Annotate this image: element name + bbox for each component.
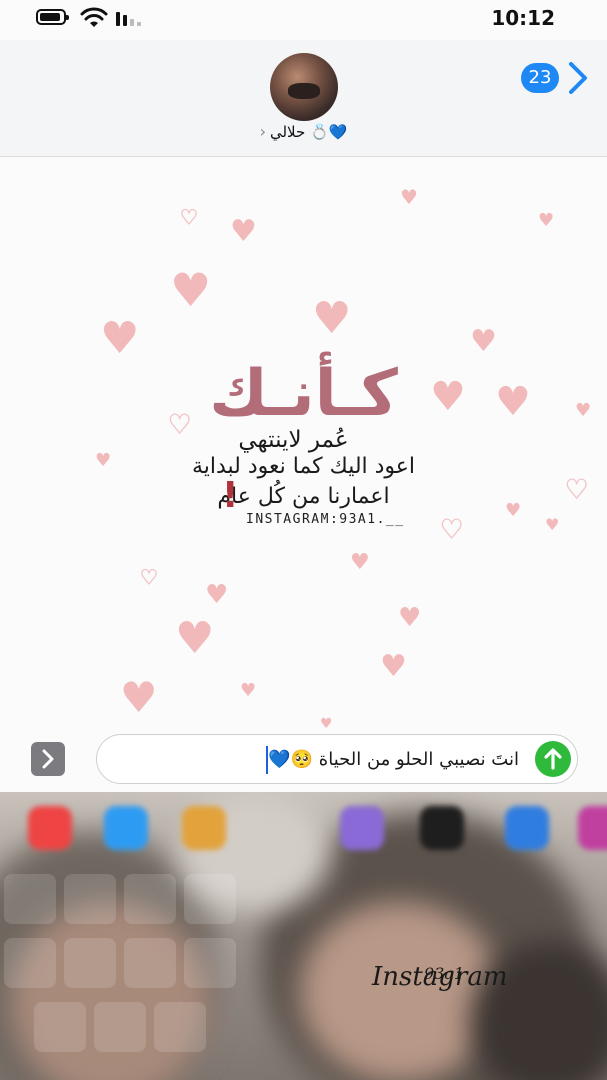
heart-icon: ♥	[545, 515, 560, 534]
contact-name: حلالي 💍💙	[269, 123, 348, 141]
keyboard-key	[64, 874, 116, 924]
heart-outline-icon: ♥	[439, 515, 464, 545]
blurred-keyboard-background: 93a1 Instagram	[0, 792, 607, 1080]
keyboard-key	[124, 938, 176, 988]
keyboard-key	[34, 1002, 86, 1052]
image-line-3: اعمارنا من كُل عام	[217, 484, 390, 509]
heart-icon: ♥	[350, 550, 370, 575]
unread-count-badge[interactable]: 23	[521, 63, 559, 93]
heart-icon: ♥	[120, 673, 158, 722]
image-line-2: اعود اليك كما نعود لبداية	[191, 454, 416, 479]
arrow-up-icon	[544, 748, 562, 770]
image-title: كـأنـك	[209, 357, 398, 431]
image-line-1: عُمر لاينتهي	[238, 427, 349, 453]
keyboard-key	[4, 938, 56, 988]
keyboard-key	[4, 874, 56, 924]
exclamation-mark: !	[222, 475, 239, 516]
wifi-icon	[80, 7, 108, 27]
status-time: 10:12	[491, 6, 555, 30]
keyboard-key	[124, 874, 176, 924]
heart-icon: ♥	[205, 580, 229, 610]
heart-outline-icon: ♥	[139, 565, 158, 589]
app-icon	[104, 806, 148, 850]
instagram-handle: INSTAGRAM:93A1.__	[246, 512, 405, 527]
conversation-header: › حلالي 💍💙 23	[0, 40, 607, 157]
heart-icon: ♥	[538, 210, 555, 231]
keyboard-key	[184, 938, 236, 988]
heart-icon: ♥	[312, 293, 352, 344]
message-image[interactable]: ♥ ♥ ♥ ♥ ♥ ♥ ♥ ♥ ♥ ♥ ♥ ♥ ♥ ♥ ♥ ♥ ♥ ♥ ♥ ♥ …	[0, 157, 607, 732]
heart-icon: ♥	[170, 263, 212, 317]
heart-icon: ♥	[100, 313, 140, 364]
message-input-text[interactable]: انتَ نصيبي الحلو من الحياة 🥺💙	[264, 746, 519, 774]
status-bar: 10:12	[0, 0, 607, 40]
message-input[interactable]: انتَ نصيبي الحلو من الحياة 🥺💙	[96, 734, 578, 784]
battery-icon	[36, 9, 69, 25]
app-icon	[28, 806, 72, 850]
back-chevron-icon[interactable]	[565, 58, 591, 98]
watermark-signature: Instagram	[372, 962, 508, 992]
heart-icon: ♥	[398, 603, 422, 633]
app-icon	[505, 806, 549, 850]
keyboard-key	[184, 874, 236, 924]
cellular-signal-icon	[116, 12, 141, 26]
heart-icon: ♥	[230, 214, 257, 249]
chevron-right-small-icon: ›	[259, 122, 266, 141]
send-button[interactable]	[535, 741, 571, 777]
heart-icon: ♥	[470, 324, 497, 359]
keyboard-key	[64, 938, 116, 988]
app-icon	[340, 806, 384, 850]
keyboard-key	[94, 1002, 146, 1052]
heart-icon: ♥	[380, 649, 407, 684]
keyboard-key	[154, 1002, 206, 1052]
contact-name-row[interactable]: › حلالي 💍💙	[0, 122, 607, 141]
expand-apps-button[interactable]	[31, 742, 65, 776]
chevron-right-icon	[42, 749, 54, 769]
app-icon	[420, 806, 464, 850]
heart-icon: ♥	[320, 716, 333, 732]
heart-outline-icon: ♥	[179, 205, 198, 229]
app-icon	[578, 806, 607, 850]
heart-icon: ♥	[175, 613, 215, 664]
contact-avatar[interactable]	[270, 53, 338, 121]
app-icon	[182, 806, 226, 850]
heart-icon: ♥	[400, 185, 418, 209]
heart-icon: ♥	[240, 680, 257, 701]
